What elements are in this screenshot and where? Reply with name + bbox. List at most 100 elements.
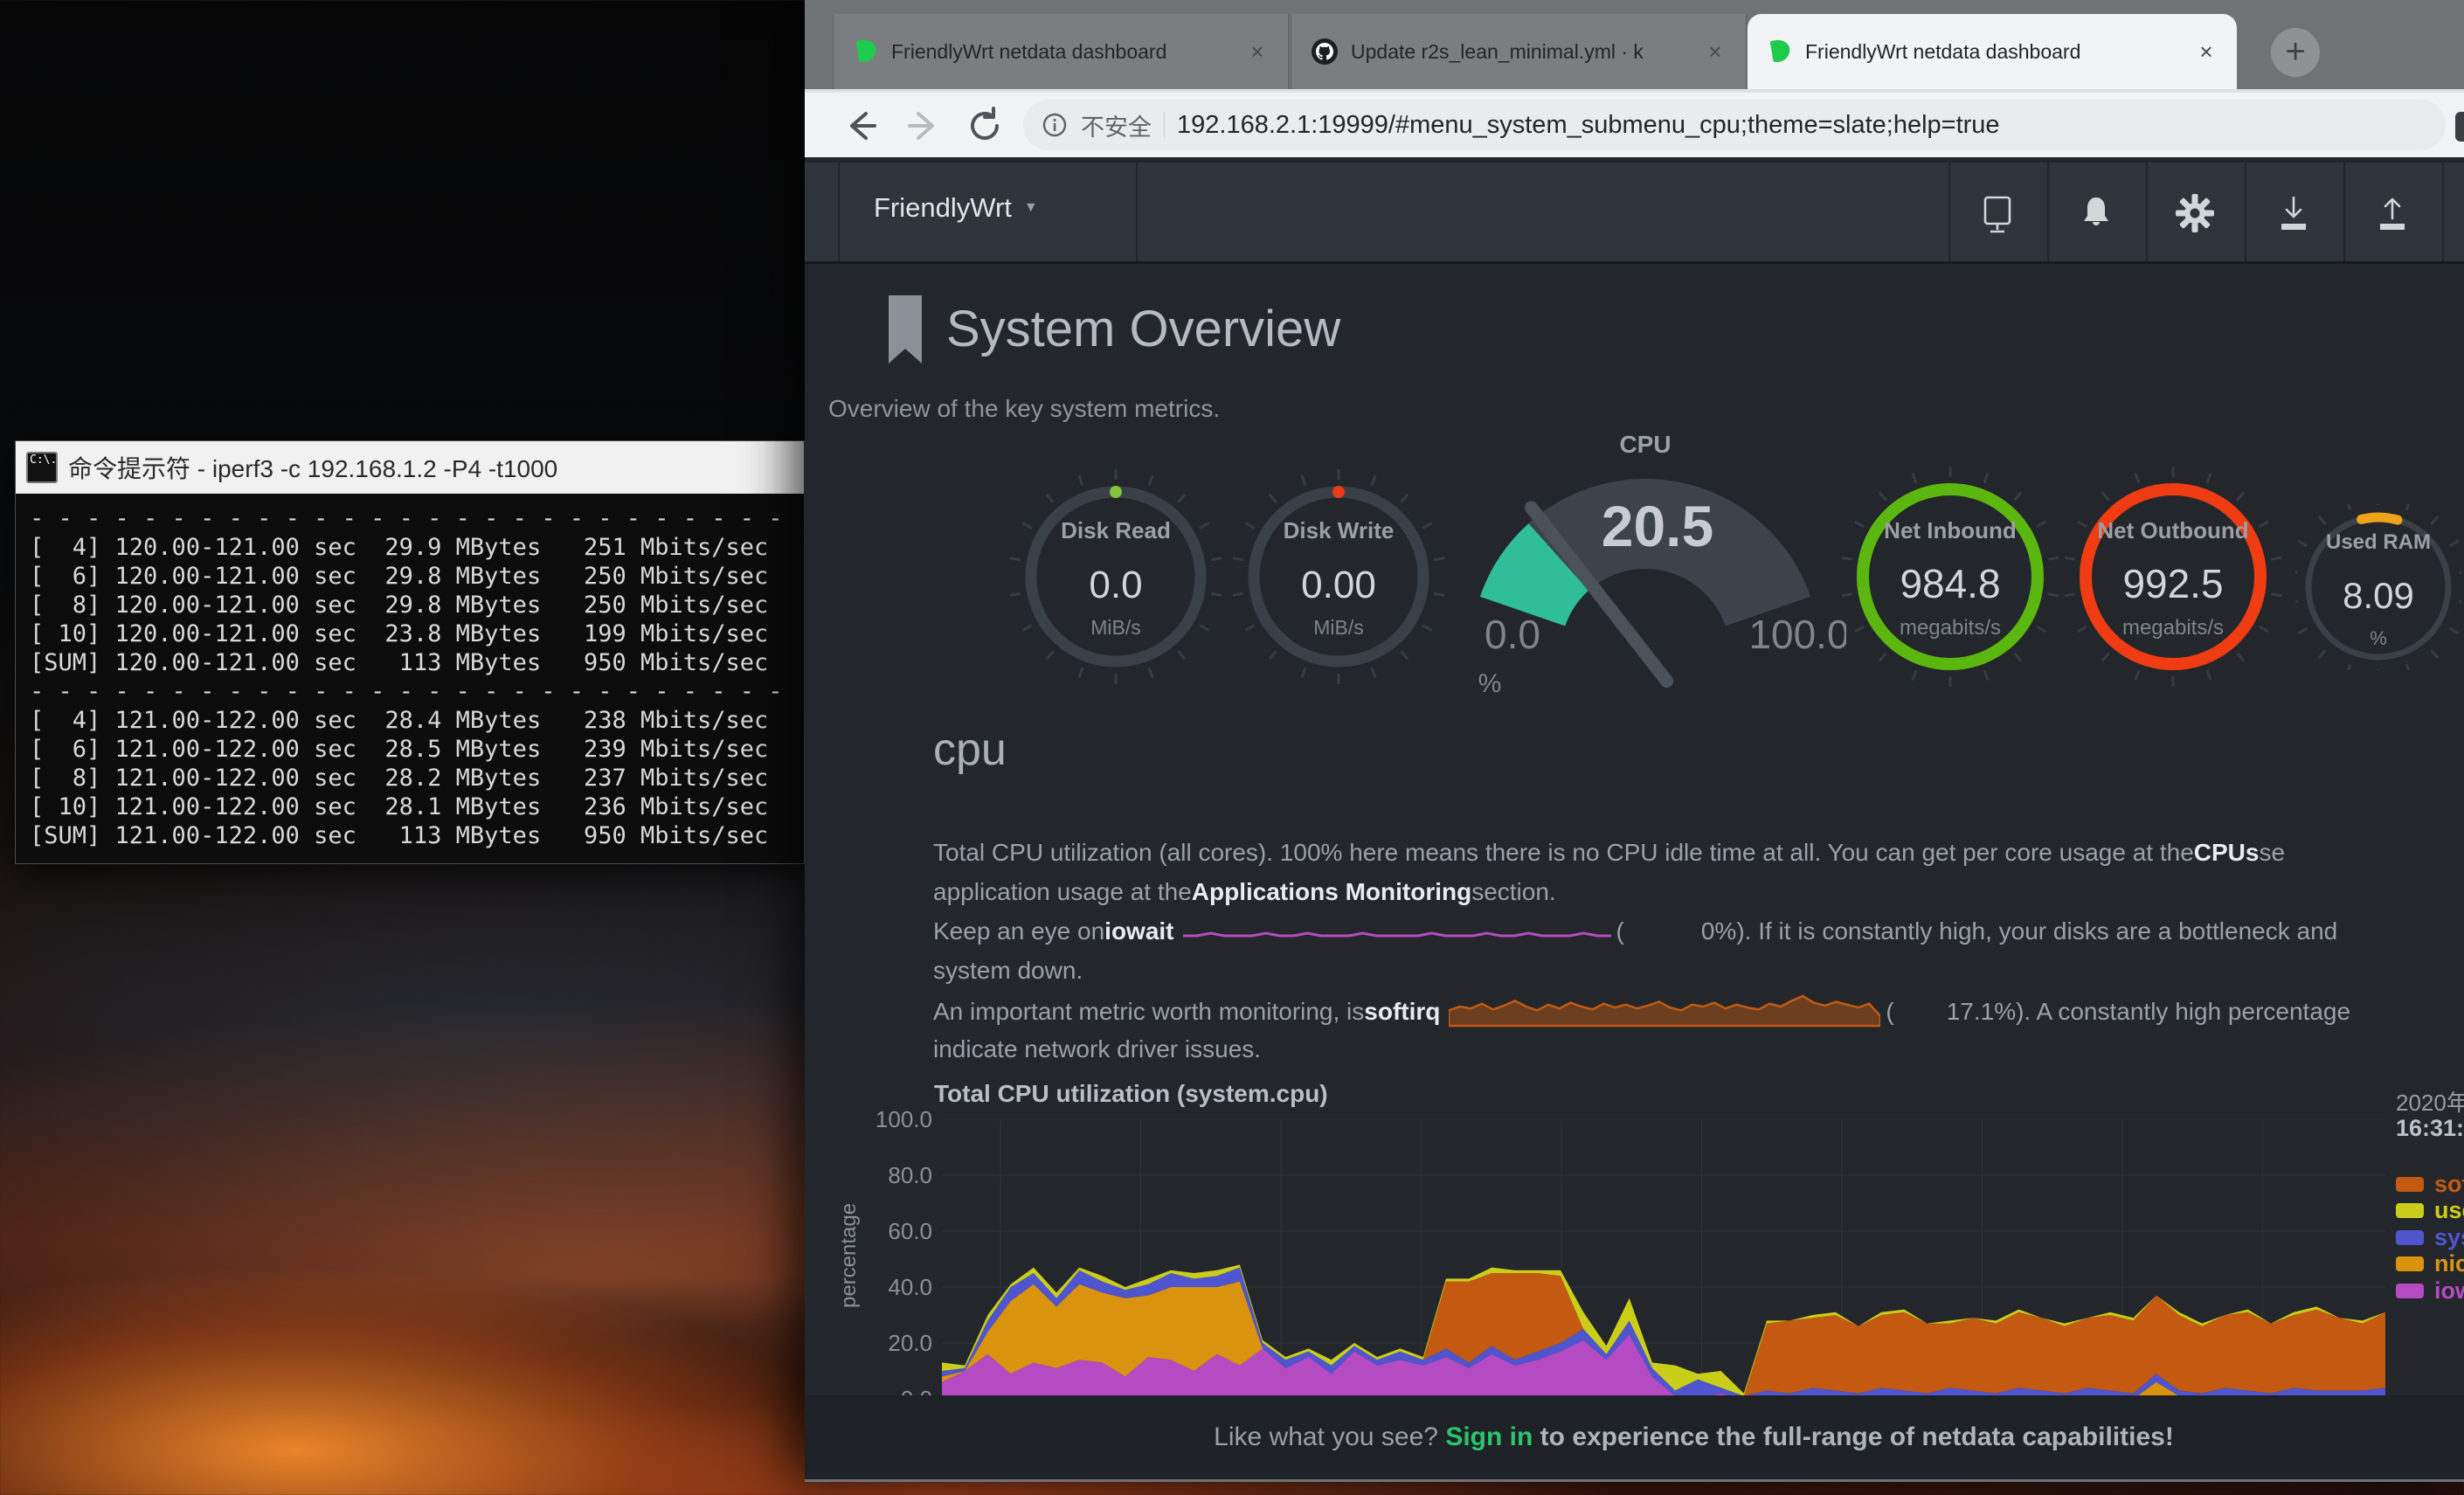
address-bar[interactable]: 不安全 192.168.2.1:19999/#menu_system_subme… [1023, 100, 2446, 150]
softirq-sparkline[interactable] [1449, 993, 1880, 1028]
svg-text:megabits/s: megabits/s [2122, 616, 2224, 640]
y-tick-label: 100.0 [836, 1106, 932, 1133]
tab-netdata-1[interactable]: FriendlyWrt netdata dashboard × [833, 14, 1289, 89]
close-icon[interactable]: × [1700, 37, 1730, 66]
cmd-icon: C:\. [26, 452, 58, 483]
desktop: { "terminal": { "title": "命令提示符 - iperf3… [0, 0, 2464, 1495]
tab-label: Update r2s_lean_minimal.yml · k [1351, 40, 1688, 64]
cpu-section-heading: cpu [933, 723, 1007, 776]
svg-text:%: % [2370, 627, 2387, 649]
netdata-dashboard: FriendlyWrt ▼ [805, 157, 2464, 1479]
legend-swatch [2396, 1177, 2424, 1192]
toolbar-edge-icon[interactable] [2455, 112, 2464, 142]
tab-label: FriendlyWrt netdata dashboard [1805, 40, 2179, 64]
legend-swatch [2396, 1284, 2424, 1298]
signin-link[interactable]: Sign in [1445, 1422, 1533, 1451]
url-text[interactable]: 192.168.2.1:19999/#menu_system_submenu_c… [1177, 111, 2000, 140]
legend-swatch [2396, 1203, 2424, 1218]
terminal-titlebar[interactable]: C:\. 命令提示符 - iperf3 -c 192.168.1.2 -P4 -… [16, 441, 804, 494]
tab-github[interactable]: Update r2s_lean_minimal.yml · k × [1291, 14, 1747, 89]
chart-time: 16:31:2 [2396, 1115, 2464, 1142]
import-download-icon[interactable] [2269, 189, 2318, 238]
terminal-window[interactable]: C:\. 命令提示符 - iperf3 -c 192.168.1.2 -P4 -… [16, 441, 804, 863]
gauge-disk-read[interactable]: Disk Read0.0MiB/s [1002, 463, 1229, 695]
cpu-utilization-chart[interactable] [942, 1119, 2385, 1399]
gauge-net-outbound[interactable]: Net Outbound992.5megabits/s [2059, 463, 2287, 695]
svg-text:megabits/s: megabits/s [1900, 616, 2001, 640]
y-axis-label: percentage [837, 1212, 862, 1308]
svg-text:20.5: 20.5 [1602, 494, 1713, 558]
legend-item-nice[interactable]: nice [2396, 1253, 2464, 1274]
monitor-icon[interactable] [1973, 189, 2022, 238]
gauge-net-inbound[interactable]: Net Inbound 984.8 megabits/s [1837, 463, 2064, 695]
gauge-used-ram[interactable]: Used RAM 8.09% [2295, 504, 2461, 675]
tab-label: FriendlyWrt netdata dashboard [891, 40, 1230, 64]
close-icon[interactable]: × [2191, 37, 2221, 66]
svg-text:100.0: 100.0 [1748, 612, 1846, 657]
svg-text:0.0: 0.0 [1485, 612, 1540, 657]
netdata-navbar: FriendlyWrt ▼ [805, 163, 2464, 264]
github-favicon-icon [1311, 38, 1339, 66]
gauge-disk-write[interactable]: Disk Write 0.00 MiB/s [1225, 463, 1452, 695]
cpu-paragraph-line: indicate network driver issues. [933, 1032, 1261, 1067]
svg-text:Disk Write: Disk Write [1284, 517, 1395, 543]
svg-text:0.00: 0.00 [1301, 564, 1376, 606]
forward-button[interactable] [903, 105, 945, 147]
svg-text:8.09: 8.09 [2343, 575, 2414, 616]
y-tick-label: 20.0 [836, 1330, 932, 1357]
chevron-down-icon: ▼ [1024, 200, 1038, 216]
cpu-paragraph-line: application usage at the Applications Mo… [933, 875, 1556, 910]
legend-item-iowait[interactable]: iowait [2396, 1280, 2464, 1301]
page-subtitle: Overview of the key system metrics. [828, 395, 1220, 423]
legend-swatch [2396, 1230, 2424, 1245]
browser-window: FriendlyWrt netdata dashboard × Update r… [805, 0, 2464, 1482]
legend-item-system[interactable]: system [2396, 1227, 2464, 1248]
bell-icon[interactable] [2072, 189, 2121, 238]
section-header: System Overview [889, 295, 1340, 363]
brand-dropdown[interactable]: FriendlyWrt ▼ [874, 192, 1038, 224]
cpu-paragraph-line: system down. [933, 953, 1083, 988]
terminal-output[interactable]: - - - - - - - - - - - - - - - - - - - - … [16, 494, 804, 863]
svg-text:%: % [1478, 669, 1502, 698]
tab-netdata-2-active[interactable]: FriendlyWrt netdata dashboard × [1748, 14, 2237, 89]
url-separator [1164, 112, 1165, 138]
svg-text:Disk Read: Disk Read [1061, 517, 1171, 543]
gauge-cpu[interactable]: CPU 20.5 0.0 100.0% [1444, 419, 1846, 721]
export-upload-icon[interactable] [2368, 189, 2417, 238]
svg-text:984.8: 984.8 [1900, 561, 2000, 606]
cpu-paragraph-line: Total CPU utilization (all cores). 100% … [933, 835, 2285, 870]
gear-icon[interactable] [2170, 189, 2219, 238]
bookmark-icon [889, 295, 922, 363]
security-label[interactable]: 不安全 [1081, 108, 1152, 142]
close-icon[interactable]: × [1242, 37, 1272, 66]
legend-item-softirq[interactable]: softirq [2396, 1173, 2464, 1194]
netdata-favicon-icon [853, 38, 879, 65]
reload-button[interactable] [964, 105, 1006, 147]
legend-item-user[interactable]: user [2396, 1200, 2464, 1221]
chart-title: Total CPU utilization (system.cpu) [934, 1080, 1328, 1108]
signin-prefix: Like what you see? [1214, 1422, 1445, 1451]
svg-text:MiB/s: MiB/s [1313, 616, 1364, 639]
signin-suffix: to experience the full-range of netdata … [1533, 1422, 2174, 1451]
terminal-text: - - - - - - - - - - - - - - - - - - - - … [30, 504, 804, 850]
svg-text:Net Inbound: Net Inbound [1884, 517, 2017, 543]
cpu-paragraph-line-iowait: Keep an eye on iowait (0%). If it is con… [933, 914, 2337, 949]
page-title: System Overview [946, 295, 1340, 363]
signin-banner: Like what you see? Sign in to experience… [805, 1395, 2464, 1479]
new-tab-button[interactable]: + [2271, 28, 2320, 77]
browser-bottom-edge [805, 1479, 2464, 1482]
legend-swatch [2396, 1256, 2424, 1271]
tab-strip: FriendlyWrt netdata dashboard × Update r… [805, 0, 2464, 89]
terminal-title: 命令提示符 - iperf3 -c 192.168.1.2 -P4 -t1000 [68, 450, 557, 485]
y-tick-label: 80.0 [836, 1162, 932, 1189]
browser-toolbar: 不安全 192.168.2.1:19999/#menu_system_subme… [805, 89, 2464, 157]
iowait-sparkline[interactable] [1183, 921, 1611, 944]
svg-text:Used RAM: Used RAM [2326, 530, 2431, 554]
chart-date: 2020年3 [2396, 1085, 2464, 1118]
netdata-favicon-icon [1767, 38, 1793, 65]
svg-text:Net Outbound: Net Outbound [2097, 517, 2248, 543]
svg-text:CPU: CPU [1619, 431, 1671, 458]
cpu-paragraph-line-softirq: An important metric worth monitoring, is… [933, 993, 2350, 1029]
back-button[interactable] [840, 105, 882, 147]
info-icon[interactable] [1041, 111, 1069, 139]
